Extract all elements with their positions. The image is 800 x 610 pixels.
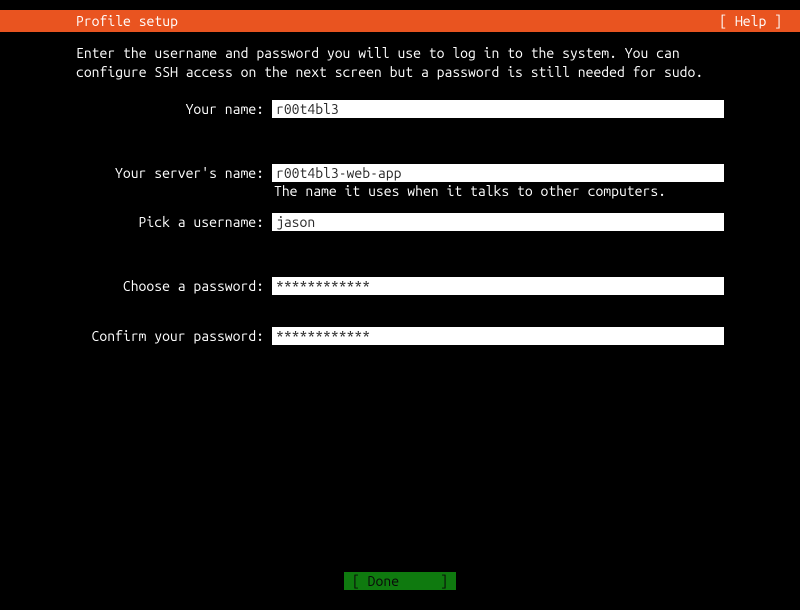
- label-server: Your server's name:: [76, 164, 272, 181]
- form-row-password: Choose a password:: [76, 277, 724, 295]
- content-area: Enter the username and password you will…: [0, 32, 800, 345]
- form-row-name: Your name:: [76, 100, 724, 118]
- password-input[interactable]: [272, 277, 724, 295]
- label-name: Your name:: [76, 100, 272, 117]
- form-row-username: Pick a username:: [76, 213, 724, 231]
- form-row-confirm: Confirm your password:: [76, 327, 724, 345]
- done-button[interactable]: [ Done ]: [344, 572, 456, 590]
- header-bar: Profile setup [ Help ]: [0, 10, 800, 32]
- server-name-input[interactable]: [272, 164, 724, 182]
- label-password: Choose a password:: [76, 277, 272, 294]
- help-button[interactable]: [ Help ]: [719, 13, 782, 29]
- server-name-hint: The name it uses when it talks to other …: [272, 183, 724, 199]
- form-row-server: Your server's name: The name it uses whe…: [76, 164, 724, 209]
- label-username: Pick a username:: [76, 213, 272, 230]
- confirm-password-input[interactable]: [272, 327, 724, 345]
- page-title: Profile setup: [12, 13, 178, 29]
- label-confirm: Confirm your password:: [76, 327, 272, 344]
- username-input[interactable]: [272, 213, 724, 231]
- instructions-text: Enter the username and password you will…: [76, 44, 724, 82]
- done-button-right: ]: [440, 573, 448, 589]
- footer: [ Done ]: [0, 572, 800, 590]
- name-input[interactable]: [272, 100, 724, 118]
- done-button-left: [ Done: [352, 573, 399, 589]
